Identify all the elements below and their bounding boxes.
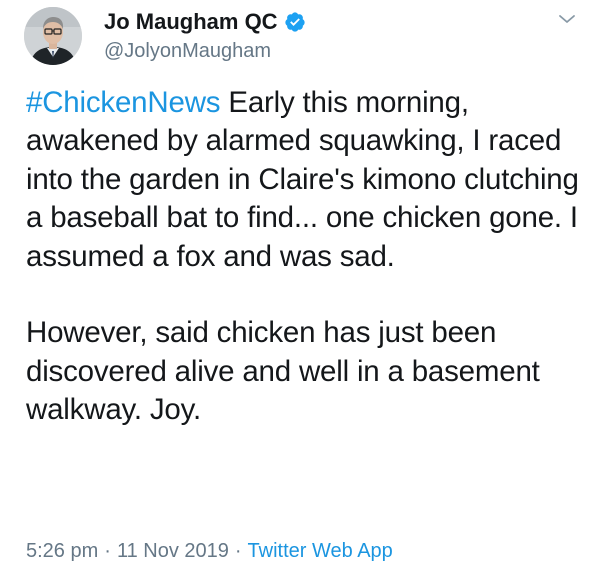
tweet-time[interactable]: 5:26 pm (26, 540, 98, 562)
author-display-name[interactable]: Jo Maugham QC (104, 7, 278, 37)
tweet-text: #ChickenNews Early this morning, awakene… (26, 84, 586, 430)
verified-badge-icon (284, 11, 306, 33)
tweet-paragraph-1: #ChickenNews Early this morning, awakene… (26, 84, 586, 276)
meta-separator: · (104, 540, 111, 562)
tweet-meta: 5:26 pm · 11 Nov 2019 · Twitter Web App (26, 538, 393, 564)
chevron-down-icon[interactable] (556, 8, 578, 30)
avatar-photo (24, 7, 82, 65)
tweet-source-link[interactable]: Twitter Web App (248, 540, 393, 562)
tweet-card: Jo Maugham QC @JolyonMaugham #ChickenNew… (0, 0, 600, 579)
tweet-paragraph-2: However, said chicken has just been disc… (26, 316, 540, 427)
hashtag-link[interactable]: #ChickenNews (26, 86, 221, 119)
avatar[interactable] (24, 7, 82, 65)
tweet-date[interactable]: 11 Nov 2019 (117, 540, 229, 562)
author-name-row: Jo Maugham QC (104, 7, 306, 37)
author-handle[interactable]: @JolyonMaugham (104, 38, 271, 64)
meta-separator: · (234, 540, 242, 562)
